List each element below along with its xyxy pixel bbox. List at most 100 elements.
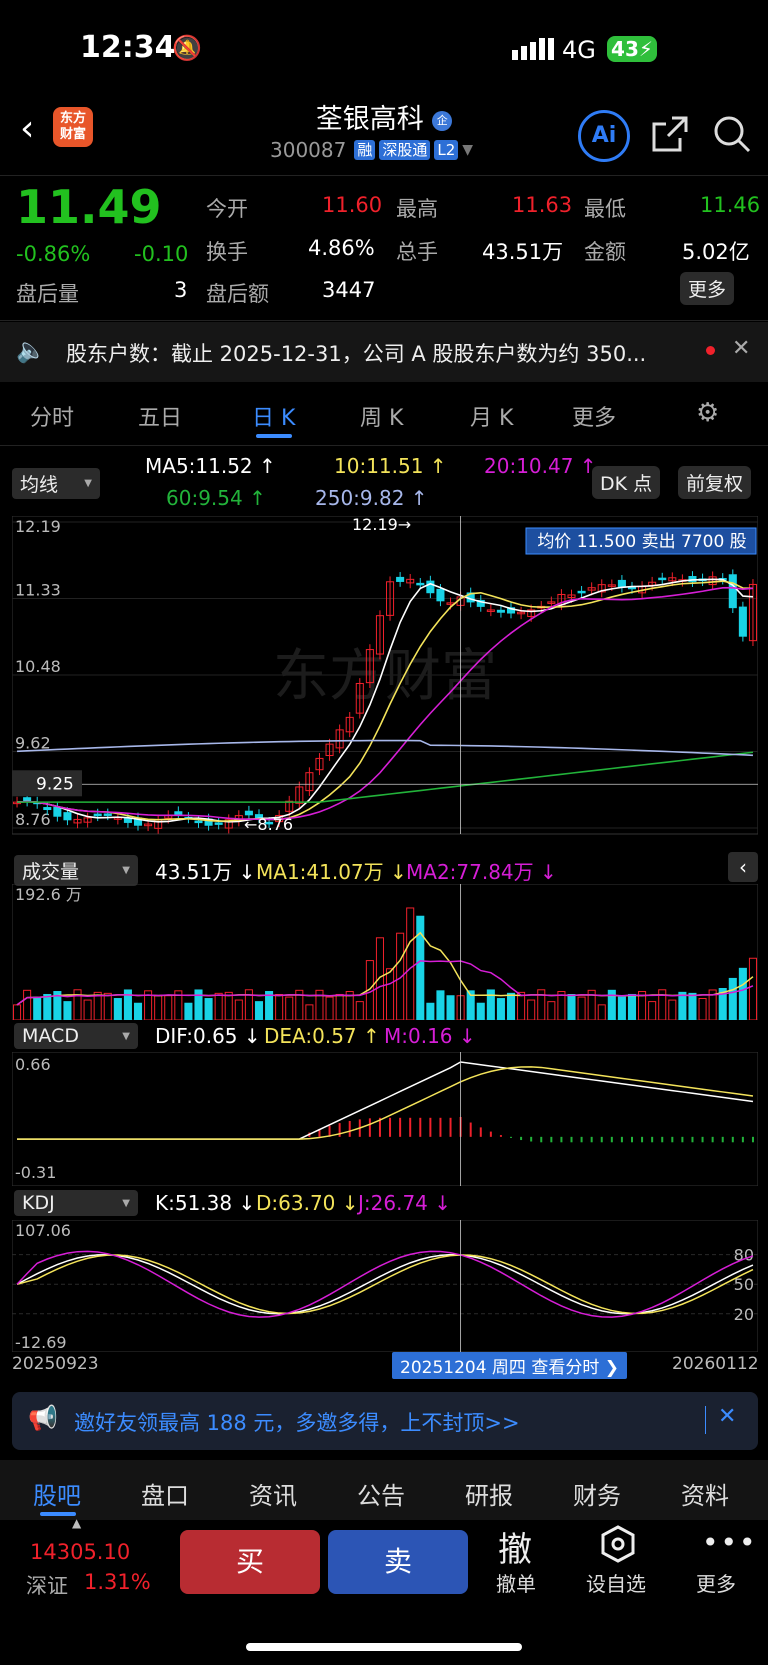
amount-label: 金额 — [584, 240, 626, 264]
after-vol-label: 盘后量 — [16, 282, 79, 306]
ma20-label: 20:10.47 ↑ — [484, 454, 597, 478]
volume-bar — [305, 1004, 314, 1020]
date-end: 20260112 — [672, 1354, 759, 1374]
candle-body — [53, 806, 62, 817]
buy-button[interactable]: 买 — [180, 1530, 320, 1594]
tab-research[interactable]: 研报 — [465, 1476, 513, 1511]
ma-select[interactable]: 均线 ▼ — [12, 468, 100, 499]
settings-gear-icon[interactable]: ⚙ — [696, 398, 719, 428]
tab-announcements[interactable]: 公告 — [357, 1476, 405, 1511]
tab-news[interactable]: 资讯 — [249, 1476, 297, 1511]
volume-bar — [204, 998, 213, 1020]
kline-chart[interactable]: 12.1911.3310.489.628.76东方财富9.2512.19→←8.… — [12, 516, 758, 846]
volume-bar — [738, 967, 747, 1020]
tab-orderbook[interactable]: 盘口 — [141, 1476, 189, 1511]
macd-select[interactable]: MACD ▼ — [14, 1023, 138, 1049]
candle-body — [43, 807, 52, 811]
active-tab-indicator — [256, 434, 292, 438]
volume-ma2: MA2:77.84万 ↓ — [406, 860, 557, 884]
notice-text[interactable]: 股东户数：截止 2025-12-31，公司 A 股股东户数为约 350... — [66, 338, 646, 368]
stock-code-row: 300087 融 深股通 L2 ▼ — [270, 138, 473, 162]
price-tick-label: 12.19 — [15, 517, 61, 536]
volume-value: 43.51万 — [482, 240, 564, 264]
tab-profile[interactable]: 资料 — [681, 1476, 729, 1511]
high-value: 11.63 — [512, 193, 573, 217]
macd-m: M:0.16 ↓ — [384, 1024, 476, 1048]
dea-line — [17, 1066, 754, 1140]
date-start: 20250923 — [12, 1354, 99, 1374]
adjust-forward-button[interactable]: 前复权 — [678, 466, 752, 499]
stock-name: 荃银高科 — [315, 104, 424, 135]
expand-arrow-icon[interactable]: ▲ — [72, 1516, 81, 1530]
kdj-select[interactable]: KDJ ▼ — [14, 1190, 138, 1216]
volume-bar — [386, 968, 395, 1020]
volume-bar — [567, 994, 576, 1020]
search-icon[interactable] — [712, 114, 752, 154]
tab-weekly-k[interactable]: 周 K — [360, 400, 403, 432]
add-watchlist-hexagon-icon[interactable] — [598, 1524, 638, 1564]
trade-tooltip-text: 均价 11.500 卖出 7700 股 — [537, 532, 746, 552]
index-pct[interactable]: 1.31% — [84, 1570, 151, 1594]
volume-bar — [275, 993, 284, 1020]
tab-finance[interactable]: 财务 — [573, 1476, 621, 1511]
ma60-label: 60:9.54 ↑ — [166, 486, 266, 510]
promo-close-icon[interactable]: ✕ — [718, 1404, 736, 1429]
chart-frame — [12, 884, 758, 1020]
promo-text[interactable]: 邀好友领最高 188 元，多邀多得，上不封顶>> — [74, 1407, 520, 1437]
collapse-chevron-icon[interactable]: ‹ — [728, 852, 758, 882]
volume-bar — [154, 995, 163, 1020]
change-pct: -0.86% — [16, 242, 91, 266]
enterprise-icon: 企 — [432, 110, 453, 131]
candle-body — [396, 576, 405, 582]
volume-bar — [375, 937, 384, 1020]
tab-daily-k[interactable]: 日 K — [252, 400, 295, 432]
volume-bar — [103, 992, 112, 1020]
macd-max-label: 0.66 — [15, 1055, 51, 1074]
volume-label: 总手 — [396, 240, 438, 264]
kdj-min-label: -12.69 — [15, 1333, 67, 1352]
more-quote-button[interactable]: 更多 — [680, 272, 735, 305]
speaker-icon: 🔈 — [16, 336, 46, 364]
macd-dea: DEA:0.57 ↑ — [264, 1024, 380, 1048]
cancel-order-label[interactable]: 撤单 — [496, 1568, 536, 1597]
volume-bar — [506, 992, 516, 1020]
volume-bar — [355, 1001, 364, 1020]
volume-chart[interactable]: 192.6 万 — [12, 884, 758, 1020]
index-value[interactable]: 14305.10 — [30, 1540, 130, 1564]
cancel-order-icon[interactable]: 撤 — [498, 1522, 532, 1571]
tab-five-day[interactable]: 五日 — [138, 400, 182, 432]
volume-select[interactable]: 成交量 ▼ — [14, 855, 138, 886]
candle-body — [577, 590, 586, 594]
tab-forum[interactable]: 股吧 — [33, 1476, 81, 1511]
ai-icon[interactable]: Ai — [578, 110, 630, 162]
dk-point-button[interactable]: DK 点 — [592, 466, 661, 499]
close-icon[interactable]: ✕ — [732, 336, 750, 361]
volume-bar — [33, 996, 42, 1020]
after-amt-label: 盘后额 — [206, 282, 269, 306]
dif-line — [17, 1061, 754, 1140]
sell-button[interactable]: 卖 — [328, 1530, 468, 1594]
dropdown-icon: ▼ — [84, 478, 92, 489]
macd-select-label: MACD — [22, 1025, 79, 1047]
low-label: 最低 — [584, 197, 626, 221]
tab-monthly-k[interactable]: 月 K — [470, 400, 513, 432]
kdj-chart[interactable]: 107.06-12.69805020 — [12, 1220, 758, 1352]
index-name[interactable]: 深证 — [26, 1570, 68, 1600]
macd-chart[interactable]: 0.66 -0.31 — [12, 1052, 758, 1186]
chevron-down-icon[interactable]: ▼ — [462, 142, 473, 158]
kdj-select-label: KDJ — [22, 1192, 55, 1214]
volume-bar — [527, 999, 536, 1020]
status-time: 12:34 — [80, 30, 176, 65]
more-dots-icon[interactable]: ••• — [702, 1526, 758, 1559]
tab-timeshare[interactable]: 分时 — [30, 400, 74, 432]
ma60-line — [17, 751, 754, 803]
tab-more[interactable]: 更多 — [572, 400, 616, 432]
date-cursor-button[interactable]: 20251204 周四 查看分时 ❯ — [392, 1352, 627, 1379]
volume-bar — [517, 991, 526, 1020]
volume-bar — [597, 1004, 606, 1020]
battery-level: 43 — [611, 37, 639, 61]
candle-body — [103, 813, 112, 816]
add-watchlist-label[interactable]: 设自选 — [586, 1568, 646, 1597]
share-icon[interactable] — [650, 114, 690, 154]
more-label[interactable]: 更多 — [696, 1568, 736, 1597]
